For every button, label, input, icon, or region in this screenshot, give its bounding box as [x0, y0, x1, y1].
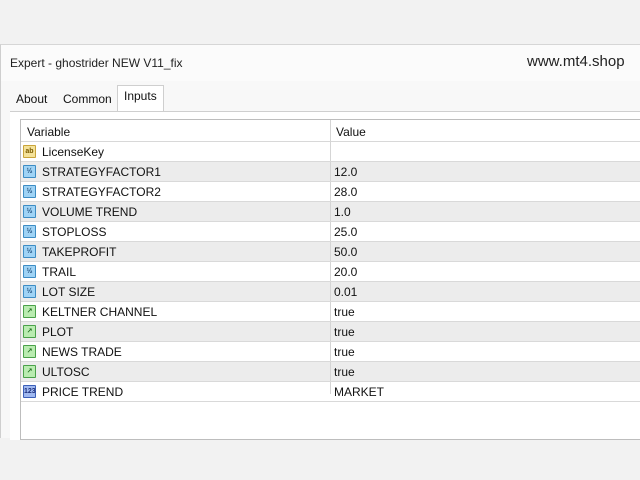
variable-cell[interactable]: ↗ ULTOSC [21, 362, 330, 381]
title-bar: Expert - ghostrider NEW V11_fix www.mt4.… [1, 45, 640, 81]
table-row[interactable]: ½ LOT SIZE 0.01 [21, 282, 640, 302]
variable-cell[interactable]: ↗ PLOT [21, 322, 330, 341]
number-icon: ½ [23, 285, 36, 298]
variable-name: VOLUME TREND [42, 205, 138, 219]
variable-name: TRAIL [42, 265, 77, 279]
value-text: true [334, 365, 355, 379]
value-cell[interactable]: 28.0 [331, 182, 640, 201]
number-icon: ½ [23, 265, 36, 278]
variable-cell[interactable]: ½ LOT SIZE [21, 282, 330, 301]
value-text: MARKET [334, 385, 385, 399]
table-row[interactable]: ½ TRAIL 20.0 [21, 262, 640, 282]
value-text: 25.0 [334, 225, 358, 239]
number-icon: ½ [23, 165, 36, 178]
table-row[interactable]: ↗ ULTOSC true [21, 362, 640, 382]
tab-common[interactable]: Common [57, 89, 118, 111]
value-text: 50.0 [334, 245, 358, 259]
variable-cell[interactable]: 123 PRICE TREND [21, 382, 330, 401]
variable-name: ULTOSC [42, 365, 90, 379]
variable-cell[interactable]: ½ STRATEGYFACTOR1 [21, 162, 330, 181]
table-row[interactable]: ab LicenseKey [21, 142, 640, 162]
variable-cell[interactable]: ½ STOPLOSS [21, 222, 330, 241]
variable-name: LicenseKey [42, 145, 105, 159]
value-text: 20.0 [334, 265, 358, 279]
value-cell[interactable]: true [331, 322, 640, 341]
table-row[interactable]: ½ STOPLOSS 25.0 [21, 222, 640, 242]
value-cell[interactable]: MARKET [331, 382, 640, 401]
table-row[interactable]: ½ VOLUME TREND 1.0 [21, 202, 640, 222]
inputs-grid: Variable Value ab LicenseKey ½ STRATEGYFACT… [20, 119, 640, 440]
value-text: 0.01 [334, 285, 358, 299]
table-row[interactable]: 123 PRICE TREND MARKET [21, 382, 640, 402]
variable-cell[interactable]: ↗ KELTNER CHANNEL [21, 302, 330, 321]
variable-cell[interactable]: ab LicenseKey [21, 142, 330, 161]
variable-name: PLOT [42, 325, 74, 339]
value-text: true [334, 325, 355, 339]
value-cell[interactable]: true [331, 362, 640, 381]
string-icon: ab [23, 145, 36, 158]
value-cell[interactable] [331, 142, 640, 161]
window-title: Expert - ghostrider NEW V11_fix [10, 56, 183, 70]
value-cell[interactable]: 20.0 [331, 262, 640, 281]
value-cell[interactable]: true [331, 302, 640, 321]
inputs-panel: Variable Value ab LicenseKey ½ STRATEGYFACT… [10, 111, 640, 440]
tab-strip: About Common Inputs [10, 85, 640, 112]
bool-icon: ↗ [23, 345, 36, 358]
enum-icon: 123 [23, 385, 36, 398]
number-icon: ½ [23, 205, 36, 218]
value-cell[interactable]: 0.01 [331, 282, 640, 301]
value-cell[interactable]: 1.0 [331, 202, 640, 221]
variable-name: STOPLOSS [42, 225, 107, 239]
table-row[interactable]: ↗ PLOT true [21, 322, 640, 342]
bool-icon: ↗ [23, 305, 36, 318]
bool-icon: ↗ [23, 325, 36, 338]
variable-name: PRICE TREND [42, 385, 124, 399]
table-row[interactable]: ↗ NEWS TRADE true [21, 342, 640, 362]
variable-cell[interactable]: ½ TRAIL [21, 262, 330, 281]
table-row[interactable]: ½ STRATEGYFACTOR2 28.0 [21, 182, 640, 202]
table-row[interactable]: ↗ KELTNER CHANNEL true [21, 302, 640, 322]
value-cell[interactable]: 12.0 [331, 162, 640, 181]
variable-cell[interactable]: ↗ NEWS TRADE [21, 342, 330, 361]
table-row[interactable]: ½ STRATEGYFACTOR1 12.0 [21, 162, 640, 182]
variable-name: KELTNER CHANNEL [42, 305, 158, 319]
expert-properties-window: Expert - ghostrider NEW V11_fix www.mt4.… [0, 44, 640, 440]
number-icon: ½ [23, 225, 36, 238]
number-icon: ½ [23, 185, 36, 198]
value-text: 12.0 [334, 165, 358, 179]
number-icon: ½ [23, 245, 36, 258]
value-text: 1.0 [334, 205, 351, 219]
variable-name: STRATEGYFACTOR2 [42, 185, 161, 199]
variable-name: TAKEPROFIT [42, 245, 117, 259]
bool-icon: ↗ [23, 365, 36, 378]
tab-inputs[interactable]: Inputs [117, 85, 164, 112]
value-cell[interactable]: 25.0 [331, 222, 640, 241]
variable-cell[interactable]: ½ TAKEPROFIT [21, 242, 330, 261]
value-cell[interactable]: 50.0 [331, 242, 640, 261]
variable-cell[interactable]: ½ VOLUME TREND [21, 202, 330, 221]
value-text: true [334, 305, 355, 319]
table-row[interactable]: ½ TAKEPROFIT 50.0 [21, 242, 640, 262]
variable-name: LOT SIZE [42, 285, 96, 299]
tab-about[interactable]: About [10, 89, 53, 111]
value-cell[interactable]: true [331, 342, 640, 361]
value-text: 28.0 [334, 185, 358, 199]
column-header-value[interactable]: Value [336, 125, 366, 139]
watermark-text: www.mt4.shop [527, 53, 625, 70]
variable-name: NEWS TRADE [42, 345, 122, 359]
value-text: true [334, 345, 355, 359]
variable-name: STRATEGYFACTOR1 [42, 165, 161, 179]
grid-rows: ab LicenseKey ½ STRATEGYFACTOR1 12.0 ½ STRATEG… [21, 142, 640, 402]
column-header-variable[interactable]: Variable [27, 125, 70, 139]
variable-cell[interactable]: ½ STRATEGYFACTOR2 [21, 182, 330, 201]
